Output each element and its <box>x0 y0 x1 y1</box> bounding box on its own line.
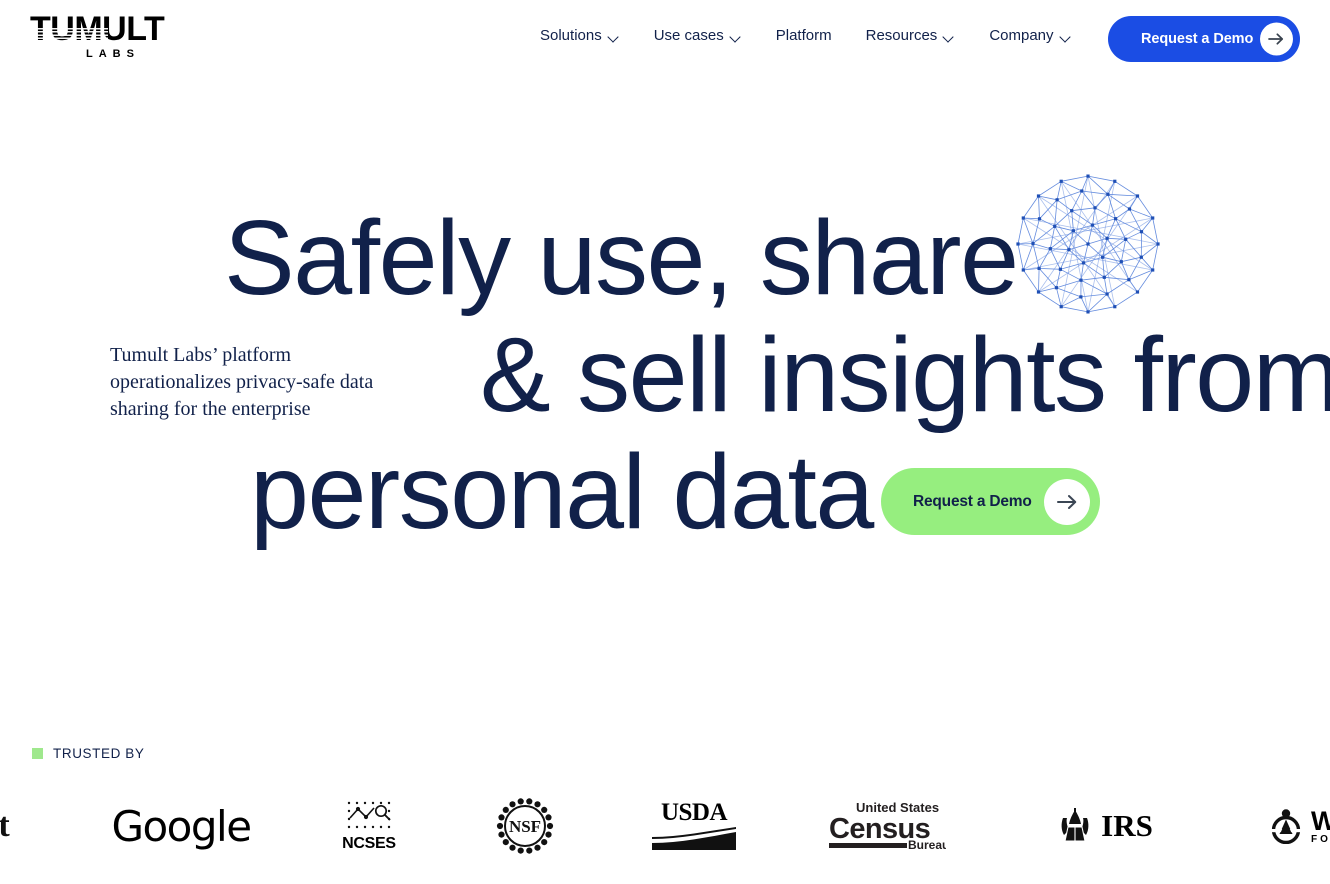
nav-item-platform[interactable]: Platform <box>776 26 832 46</box>
header-request-demo-button[interactable]: Request a Demo <box>1108 16 1300 62</box>
wikimedia-foundation-logo[interactable]: WI FO <box>1268 786 1330 866</box>
nav-label: Resources <box>865 27 938 44</box>
page-root: TUMULT LABS Solutions Use cases Platform… <box>0 0 1330 884</box>
svg-text:Bureau: Bureau <box>908 838 946 852</box>
ncses-logo-text: NCSES <box>342 835 396 852</box>
arrow-right-icon <box>1260 22 1293 56</box>
usda-logo[interactable]: USDA <box>650 786 738 866</box>
nsf-logo[interactable]: NSF <box>488 786 562 866</box>
irs-logo[interactable]: IRS <box>1048 786 1160 866</box>
tumult-labs-logo[interactable]: TUMULT LABS <box>30 12 180 64</box>
wikimedia-logo-subtext: FO <box>1311 833 1330 845</box>
nav-label: Use cases <box>653 27 724 44</box>
site-header: TUMULT LABS Solutions Use cases Platform… <box>0 0 1330 80</box>
trusted-by-logo-strip: t Google NCSES NSF USDA United States Ce… <box>0 786 1330 866</box>
chevron-down-icon <box>609 33 620 40</box>
irs-logo-text: IRS <box>1101 808 1153 843</box>
ncses-logo[interactable]: NCSES <box>330 786 408 866</box>
cut-off-logo-text: t <box>0 807 10 844</box>
nav-label: Platform <box>775 27 832 44</box>
irs-eagle-icon <box>1061 808 1089 842</box>
google-logo-text: Google <box>111 801 252 851</box>
census-bureau-logo[interactable]: United States Census Bureau <box>828 786 946 866</box>
svg-text:NSF: NSF <box>509 817 541 836</box>
google-logo[interactable]: Google <box>110 786 252 866</box>
nav-item-resources[interactable]: Resources <box>866 26 956 46</box>
usda-field-icon <box>652 827 736 850</box>
chevron-down-icon <box>731 33 742 40</box>
trusted-bullet-icon <box>32 748 43 759</box>
main-navigation: Solutions Use cases Platform Resources C… <box>540 26 1072 46</box>
network-sphere-graphic <box>1008 168 1168 320</box>
wikimedia-logo-text: WI <box>1311 805 1330 836</box>
header-request-demo-label: Request a Demo <box>1141 31 1254 47</box>
logo-wordmark: TUMULT <box>30 10 165 48</box>
hero-request-demo-label: Request a Demo <box>913 492 1032 510</box>
nav-label: Solutions <box>540 27 602 44</box>
hero-subcopy: Tumult Labs’ platform operationalizes pr… <box>110 344 374 420</box>
usda-logo-text: USDA <box>660 799 728 826</box>
nav-label: Company <box>989 27 1054 44</box>
arrow-right-icon <box>1044 478 1090 525</box>
logo-subtext: LABS <box>86 48 140 60</box>
ncses-chart-icon <box>345 799 393 833</box>
nav-item-company[interactable]: Company <box>989 26 1071 46</box>
nav-item-use-cases[interactable]: Use cases <box>654 26 742 46</box>
trusted-by-label: TRUSTED BY <box>53 746 145 761</box>
hero-request-demo-button[interactable]: Request a Demo <box>881 468 1100 535</box>
chevron-down-icon <box>944 33 955 40</box>
cut-off-logo[interactable]: t <box>0 786 30 866</box>
chevron-down-icon <box>1061 33 1072 40</box>
headline-line-3: personal data <box>250 433 874 551</box>
trusted-by-section: TRUSTED BY <box>32 746 145 761</box>
nav-item-solutions[interactable]: Solutions <box>540 26 620 46</box>
headline-line-2: & sell insights from <box>480 316 1330 434</box>
headline-line-1: Safely use, share <box>224 199 1019 317</box>
wikimedia-globe-icon <box>1271 809 1301 844</box>
wikimedia-text-block: WI FO <box>1311 805 1330 846</box>
